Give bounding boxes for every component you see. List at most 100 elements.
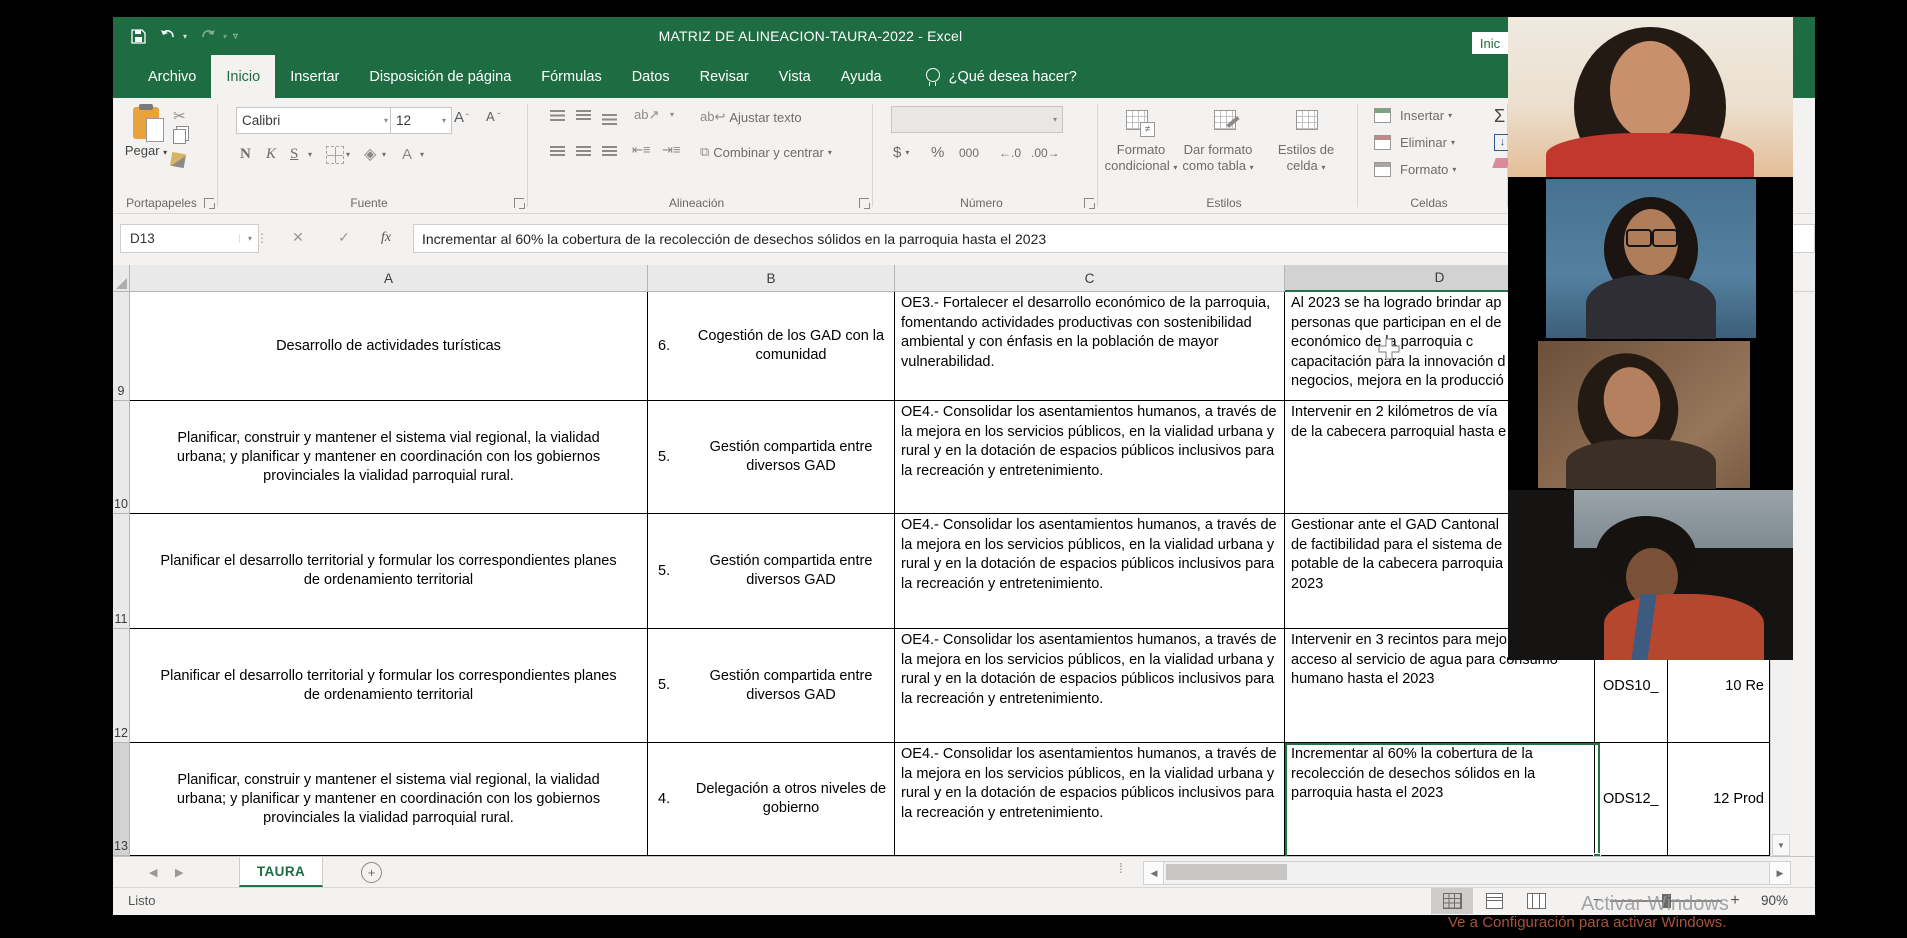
row-header-13[interactable]: 13	[113, 743, 130, 856]
participant-video-1[interactable]	[1508, 17, 1793, 177]
borders-dropdown-icon[interactable]: ▾	[346, 150, 350, 159]
tab-ayuda[interactable]: Ayuda	[826, 55, 897, 98]
scroll-down-icon[interactable]: ▼	[1772, 834, 1790, 856]
insert-cells-button[interactable]: Insertar▾	[1374, 108, 1452, 123]
participant-video-4[interactable]	[1508, 490, 1793, 660]
alignment-dialog-launcher-icon[interactable]	[859, 198, 869, 208]
cell-f13[interactable]: 12 Prod	[1668, 743, 1770, 856]
tab-vista[interactable]: Vista	[764, 55, 826, 98]
cell-b12[interactable]: 5. Gestión compartida entre diversos GAD	[648, 629, 895, 743]
tab-revisar[interactable]: Revisar	[685, 55, 764, 98]
format-as-table-button[interactable]: Dar formato como tabla ▾	[1172, 142, 1264, 176]
sheet-next-icon[interactable]: ▶	[175, 857, 183, 887]
orientation-dropdown-icon[interactable]: ▾	[670, 110, 674, 119]
select-all-corner[interactable]	[113, 265, 130, 292]
tab-datos[interactable]: Datos	[617, 55, 685, 98]
increase-decimal-button[interactable]: ←.0	[999, 146, 1021, 160]
orientation-icon[interactable]: ab↗	[634, 107, 659, 123]
increase-indent-icon[interactable]: ⇥≡	[662, 142, 680, 158]
bold-button[interactable]: N	[240, 146, 251, 163]
insert-function-icon[interactable]: fx	[369, 224, 403, 251]
clipboard-dialog-launcher-icon[interactable]	[204, 198, 214, 208]
font-size-combo[interactable]: 12▾	[390, 107, 452, 134]
column-header-b[interactable]: B	[648, 265, 895, 292]
tab-archivo[interactable]: Archivo	[133, 55, 211, 98]
percent-button[interactable]: %	[931, 144, 944, 161]
hscroll-right-icon[interactable]: ▶	[1769, 861, 1791, 885]
hscroll-thumb[interactable]	[1166, 864, 1287, 880]
decrease-font-icon[interactable]: Aˇ	[486, 109, 500, 124]
row-header-12[interactable]: 12	[113, 629, 130, 743]
font-color-icon[interactable]: A	[402, 146, 412, 163]
tab-formulas[interactable]: Fórmulas	[526, 55, 616, 98]
currency-button[interactable]: $▾	[893, 144, 909, 161]
wrap-text-button[interactable]: ab↩ Ajustar texto	[700, 109, 802, 125]
align-center-icon[interactable]	[576, 146, 591, 157]
increase-font-icon[interactable]: Aˆ	[454, 109, 469, 126]
column-header-c[interactable]: C	[895, 265, 1285, 292]
sheet-tab-taura[interactable]: TAURA	[239, 857, 323, 887]
cell-c13[interactable]: OE4.- Consolidar los asentamientos human…	[895, 743, 1285, 856]
cell-c12[interactable]: OE4.- Consolidar los asentamientos human…	[895, 629, 1285, 743]
view-page-layout-button[interactable]	[1473, 888, 1515, 914]
delete-cells-button[interactable]: Eliminar▾	[1374, 135, 1455, 150]
cancel-icon[interactable]: ✕	[281, 224, 315, 251]
hscroll-left-icon[interactable]: ◀	[1143, 861, 1165, 885]
cell-a12[interactable]: Planificar el desarrollo territorial y f…	[130, 629, 648, 743]
participant-video-2[interactable]	[1508, 178, 1793, 339]
paste-button[interactable]: Pegar ▾	[123, 105, 169, 193]
font-color-dropdown-icon[interactable]: ▾	[420, 150, 424, 159]
align-middle-icon[interactable]	[576, 110, 591, 121]
align-left-icon[interactable]	[550, 146, 565, 157]
align-bottom-icon[interactable]	[602, 114, 617, 125]
cell-a9[interactable]: Desarrollo de actividades turísticas	[130, 292, 648, 401]
tab-insertar[interactable]: Insertar	[275, 55, 354, 98]
align-right-icon[interactable]	[602, 146, 617, 157]
tab-splitter-icon[interactable]: ⁞	[1119, 860, 1124, 876]
cell-a13[interactable]: Planificar, construir y mantener el sist…	[130, 743, 648, 856]
zoom-in-icon[interactable]: +	[1730, 892, 1739, 910]
format-painter-icon[interactable]	[170, 152, 186, 168]
tab-disposicion[interactable]: Disposición de página	[354, 55, 526, 98]
autosum-icon[interactable]: Σ	[1494, 106, 1505, 127]
tell-me-box[interactable]: ¿Qué desea hacer?	[925, 55, 1077, 98]
enter-icon[interactable]: ✓	[327, 224, 361, 251]
cell-c11[interactable]: OE4.- Consolidar los asentamientos human…	[895, 514, 1285, 629]
number-dialog-launcher-icon[interactable]	[1084, 198, 1094, 208]
fill-color-icon[interactable]: ◈	[364, 144, 376, 164]
name-box-splitter-icon[interactable]: ⋮	[255, 224, 269, 251]
name-box[interactable]: D13▾	[120, 224, 259, 253]
cell-d13[interactable]: Incrementar al 60% la cobertura de la re…	[1285, 743, 1595, 856]
cell-b9[interactable]: 6. Cogestión de los GAD con la comunidad	[648, 292, 895, 401]
cell-b10[interactable]: 5. Gestión compartida entre diversos GAD	[648, 401, 895, 514]
cell-e13[interactable]: ODS12_	[1595, 743, 1668, 856]
cell-a10[interactable]: Planificar, construir y mantener el sist…	[130, 401, 648, 514]
new-sheet-icon[interactable]: +	[361, 862, 382, 883]
copy-icon[interactable]	[173, 129, 186, 144]
number-format-combo[interactable]: ▾	[891, 106, 1063, 133]
row-header-11[interactable]: 11	[113, 514, 130, 629]
font-name-combo[interactable]: Calibri▾	[236, 107, 394, 134]
cell-b11[interactable]: 5. Gestión compartida entre diversos GAD	[648, 514, 895, 629]
decrease-indent-icon[interactable]: ⇤≡	[632, 142, 650, 158]
underline-dropdown-icon[interactable]: ▾	[308, 150, 312, 159]
sign-in-button[interactable]: Inic	[1472, 32, 1508, 54]
cell-c9[interactable]: OE3.- Fortalecer el desarrollo económico…	[895, 292, 1285, 401]
italic-button[interactable]: K	[266, 146, 276, 163]
cut-icon[interactable]: ✂	[173, 107, 186, 125]
tab-inicio[interactable]: Inicio	[211, 55, 275, 98]
font-dialog-launcher-icon[interactable]	[514, 198, 524, 208]
align-top-icon[interactable]	[550, 110, 565, 121]
zoom-percentage[interactable]: 90%	[1761, 893, 1788, 908]
view-page-break-button[interactable]	[1515, 888, 1557, 914]
cell-styles-button[interactable]: Estilos de celda ▾	[1266, 142, 1346, 176]
column-header-a[interactable]: A	[130, 265, 648, 292]
cell-a11[interactable]: Planificar el desarrollo territorial y f…	[130, 514, 648, 629]
fill-color-dropdown-icon[interactable]: ▾	[382, 150, 386, 159]
borders-icon[interactable]	[326, 146, 344, 164]
format-cells-button[interactable]: Formato▾	[1374, 162, 1456, 177]
horizontal-scrollbar[interactable]	[1163, 861, 1771, 885]
view-normal-button[interactable]	[1431, 888, 1473, 914]
participant-video-3[interactable]	[1508, 340, 1793, 489]
decrease-decimal-button[interactable]: .00→	[1031, 146, 1060, 160]
